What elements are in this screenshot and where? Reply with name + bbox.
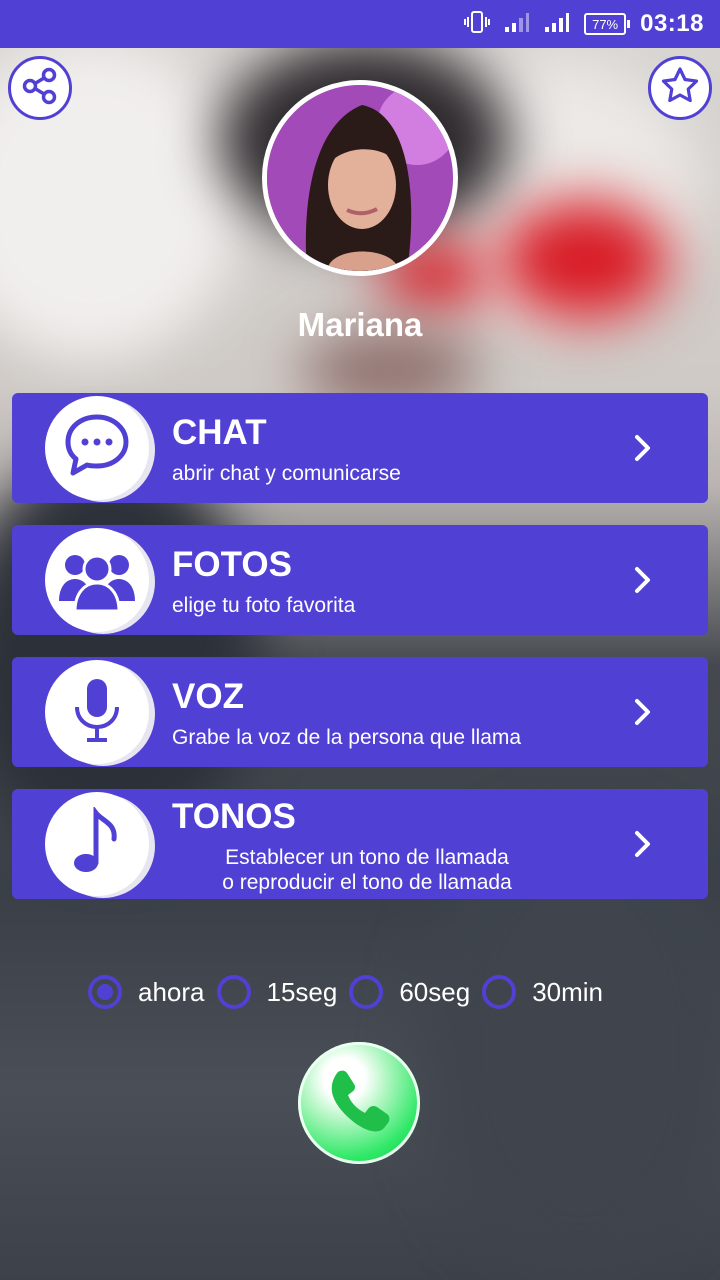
tonos-icon-circle (45, 792, 149, 896)
card-subtitle-line: Establecer un tono de llamada (225, 846, 509, 869)
group-icon (57, 543, 137, 618)
signal-sim2-icon (544, 11, 570, 38)
timer-option-15seg[interactable]: 15seg (216, 975, 338, 1009)
card-title: CHAT (172, 413, 267, 452)
timer-option-ahora[interactable]: ahora (88, 975, 205, 1009)
radio-selected-dot (97, 984, 113, 1000)
chat-bubble-icon (62, 411, 132, 486)
menu-card-tonos[interactable]: TONOS Establecer un tono de llamada o re… (12, 789, 708, 899)
radio-label: 30min (532, 976, 604, 1007)
profile-avatar (262, 80, 458, 276)
call-button[interactable] (298, 1042, 420, 1164)
chevron-right-icon (626, 432, 658, 464)
menu-card-fotos[interactable]: FOTOS elige tu foto favorita (12, 525, 708, 635)
chevron-right-icon (626, 696, 658, 728)
radio-button[interactable] (216, 975, 251, 1009)
status-bar: 77% 03:18 (0, 0, 720, 48)
chevron-right-icon (626, 564, 658, 596)
favorite-button[interactable] (648, 56, 712, 120)
card-title: VOZ (172, 677, 244, 716)
music-note-icon (67, 805, 127, 882)
card-subtitle: Grabe la voz de la persona que llama (172, 726, 522, 749)
card-subtitle: Establecer un tono de llamada o reproduc… (202, 845, 532, 895)
card-title: FOTOS (172, 545, 292, 584)
card-subtitle: elige tu foto favorita (172, 594, 356, 617)
menu-card-chat[interactable]: CHAT abrir chat y comunicarse (12, 393, 708, 503)
menu-card-voz[interactable]: VOZ Grabe la voz de la persona que llama (12, 657, 708, 767)
timer-option-30min[interactable]: 30min (482, 975, 603, 1009)
radio-label: 60seg (399, 976, 471, 1007)
radio-button[interactable] (482, 975, 517, 1009)
radio-label: 15seg (266, 976, 338, 1007)
signal-sim1-icon (504, 11, 530, 38)
radio-label: ahora (138, 976, 205, 1007)
share-button[interactable] (8, 56, 72, 120)
chevron-right-icon (626, 828, 658, 860)
card-subtitle-line: o reproducir el tono de llamada (222, 871, 512, 894)
vibrate-icon (464, 9, 491, 40)
radio-button[interactable] (88, 975, 122, 1009)
timer-option-60seg[interactable]: 60seg (349, 975, 470, 1009)
voz-icon-circle (45, 660, 149, 764)
card-title: TONOS (172, 797, 296, 836)
radio-button[interactable] (349, 975, 384, 1009)
timer-options: ahora 15seg 60seg 30min (88, 970, 615, 1014)
fotos-icon-circle (45, 528, 149, 632)
battery-level: 77% (592, 16, 619, 32)
card-subtitle: abrir chat y comunicarse (172, 462, 401, 485)
star-icon (660, 66, 700, 111)
chat-icon-circle (45, 396, 149, 500)
status-time: 03:18 (640, 10, 704, 37)
battery-icon: 77% (584, 13, 631, 35)
share-icon (20, 66, 60, 111)
microphone-icon (67, 675, 127, 750)
profile-name: Mariana (297, 306, 423, 343)
phone-icon (324, 1066, 394, 1141)
